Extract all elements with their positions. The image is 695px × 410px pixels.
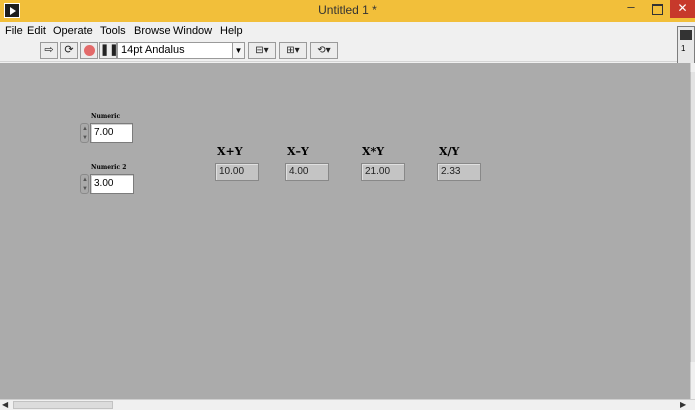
distribute-objects-icon[interactable]: ⊞▾ bbox=[279, 42, 307, 59]
indicator-label-sum: X+Y bbox=[217, 145, 243, 158]
menu-tools[interactable]: Tools bbox=[100, 25, 126, 37]
numeric-2-label: Numeric 2 bbox=[91, 164, 127, 171]
run-arrow-icon[interactable]: ⇨ bbox=[40, 42, 58, 59]
numeric-2-input[interactable]: 3.00 bbox=[90, 174, 134, 194]
indicator-label-quotient: X/Y bbox=[439, 145, 460, 158]
close-button[interactable]: ✕ bbox=[670, 0, 695, 18]
abort-icon[interactable] bbox=[80, 42, 98, 59]
menu-file[interactable]: File bbox=[5, 25, 23, 37]
pause-icon[interactable]: ❚❚ bbox=[99, 42, 118, 59]
indicator-product: 21.00 bbox=[361, 163, 405, 181]
vi-icon-connector-pane[interactable]: 1 bbox=[677, 26, 695, 64]
numeric-increment-stepper[interactable]: ▲ ▼ bbox=[80, 123, 89, 143]
indicator-quotient: 2.33 bbox=[437, 163, 481, 181]
menu-operate[interactable]: Operate bbox=[53, 25, 93, 37]
connector-number: 1 bbox=[681, 44, 686, 53]
chevron-down-icon: ▼ bbox=[232, 43, 244, 58]
numeric-2-increment-stepper[interactable]: ▲ ▼ bbox=[80, 174, 89, 194]
maximize-button[interactable] bbox=[646, 0, 668, 18]
text-settings-dropdown[interactable]: 14pt Andalus ▼ bbox=[117, 42, 245, 59]
horizontal-scrollbar-thumb[interactable] bbox=[13, 401, 113, 409]
window-title: Untitled 1 * bbox=[318, 3, 377, 17]
indicator-label-difference: X–Y bbox=[287, 145, 309, 158]
indicator-sum: 10.00 bbox=[215, 163, 259, 181]
labview-front-panel-window: Untitled 1 * – ✕ File Edit Operate Tools… bbox=[0, 0, 695, 410]
reorder-icon[interactable]: ⟲▾ bbox=[310, 42, 338, 59]
title-bar[interactable]: Untitled 1 * – ✕ bbox=[0, 0, 695, 22]
scroll-left-arrow-icon[interactable]: ◀ bbox=[2, 401, 10, 409]
minimize-button[interactable]: – bbox=[618, 0, 644, 18]
font-select-value: 14pt Andalus bbox=[121, 44, 185, 56]
menu-edit[interactable]: Edit bbox=[27, 25, 46, 37]
menu-help[interactable]: Help bbox=[220, 25, 243, 37]
numeric-input[interactable]: 7.00 bbox=[90, 123, 133, 143]
vertical-scrollbar-thumb[interactable] bbox=[690, 72, 695, 362]
indicator-label-product: X*Y bbox=[362, 145, 385, 158]
toolbar: ⇨ ⟳ ❚❚ 14pt Andalus ▼ ⊟▾ ⊞▾ ⟲▾ bbox=[0, 40, 695, 62]
align-objects-icon[interactable]: ⊟▾ bbox=[248, 42, 276, 59]
numeric-label: Numeric bbox=[91, 113, 121, 120]
menu-browse[interactable]: Browse bbox=[134, 25, 171, 37]
vi-icon bbox=[680, 30, 692, 40]
menu-window[interactable]: Window bbox=[173, 25, 212, 37]
front-panel[interactable]: Numeric ▲ ▼ 7.00 Numeric 2 ▲ ▼ 3.00 X+Y 10… bbox=[0, 63, 690, 399]
run-continuous-icon[interactable]: ⟳ bbox=[60, 42, 78, 59]
scroll-right-arrow-icon[interactable]: ▶ bbox=[680, 401, 688, 409]
menu-bar: File Edit Operate Tools Browse Window He… bbox=[0, 22, 695, 40]
indicator-difference: 4.00 bbox=[285, 163, 329, 181]
